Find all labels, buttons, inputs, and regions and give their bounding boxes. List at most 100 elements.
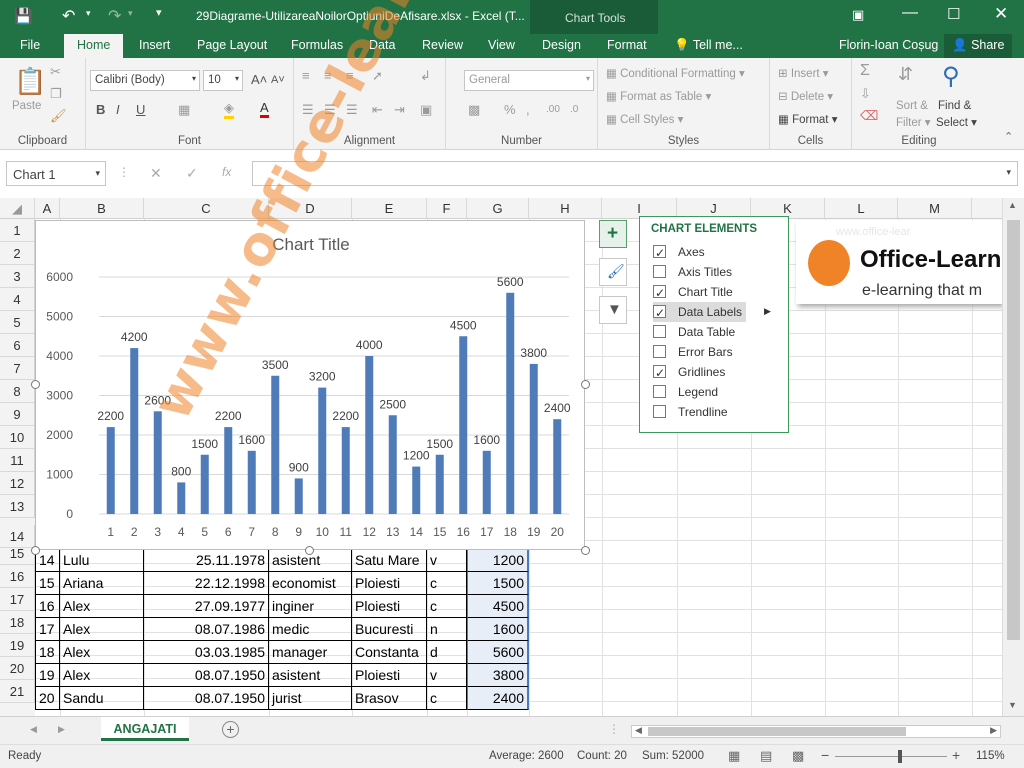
cell-b[interactable]: Alex — [60, 618, 144, 641]
cut-icon[interactable]: ✂ — [50, 64, 61, 80]
delete-cells-button[interactable]: ⊟ Delete ▾ — [778, 89, 833, 103]
col-header-b[interactable]: B — [60, 198, 144, 219]
font-name-select[interactable]: Calibri (Body) ▾ — [90, 70, 200, 91]
undo-dropdown-icon[interactable]: ▾ — [86, 8, 91, 19]
page-layout-view-icon[interactable]: ▤ — [760, 748, 772, 764]
paste-icon[interactable]: 📋 — [14, 66, 46, 97]
select-all-corner[interactable]: ◢ — [0, 198, 35, 219]
cell-g[interactable]: 4500 — [467, 595, 529, 618]
chart-element-chart-title[interactable]: Chart Title — [653, 282, 778, 303]
tab-review[interactable]: Review — [422, 38, 463, 52]
row-header[interactable]: 16 — [0, 565, 35, 588]
bold-icon[interactable]: B — [96, 102, 105, 117]
cell-g[interactable]: 5600 — [467, 641, 529, 664]
cell-a[interactable]: 20 — [35, 687, 60, 710]
col-header-h[interactable]: H — [529, 198, 602, 219]
cell-e[interactable]: Brasov — [352, 687, 427, 710]
scroll-right-icon[interactable]: ▶ — [990, 725, 997, 736]
font-color-icon[interactable]: A — [260, 100, 269, 118]
insert-function-icon[interactable]: fx — [222, 165, 231, 179]
format-cells-button[interactable]: ▦ Format ▾ — [778, 112, 837, 126]
cell-e[interactable]: Constanta — [352, 641, 427, 664]
checkbox[interactable] — [653, 303, 666, 323]
row-header[interactable]: 13 — [0, 495, 35, 518]
sheet-tab-angajati[interactable]: ANGAJATI — [101, 717, 189, 741]
cell-g[interactable]: 1600 — [467, 618, 529, 641]
wrap-text-icon[interactable]: ↲ — [420, 68, 431, 84]
vertical-scroll-thumb[interactable] — [1007, 220, 1020, 640]
chart-element-trendline[interactable]: Trendline — [653, 402, 778, 422]
align-top-icon[interactable]: ≡ — [302, 68, 310, 83]
horizontal-scrollbar[interactable]: ◀ ▶ — [631, 725, 1001, 738]
cell-a[interactable]: 19 — [35, 664, 60, 687]
cell-c[interactable]: 25.11.1978 — [144, 549, 269, 572]
row-header[interactable]: 4 — [0, 288, 35, 311]
col-header-d[interactable]: D — [269, 198, 352, 219]
resize-handle-right[interactable] — [581, 380, 590, 389]
cell-f[interactable]: v — [427, 664, 467, 687]
orientation-icon[interactable]: ➚ — [372, 68, 383, 84]
decrease-indent-icon[interactable]: ⇤ — [372, 102, 383, 118]
checkbox[interactable] — [653, 243, 666, 263]
row-header[interactable]: 11 — [0, 449, 35, 472]
row-header[interactable]: 3 — [0, 265, 35, 288]
chart-element-gridlines[interactable]: Gridlines — [653, 362, 778, 383]
zoom-slider[interactable] — [835, 756, 947, 757]
resize-handle-bottom[interactable] — [305, 546, 314, 555]
cell-g[interactable]: 2400 — [467, 687, 529, 710]
cell-c[interactable]: 08.07.1986 — [144, 618, 269, 641]
cell-styles-button[interactable]: ▦ Cell Styles ▾ — [606, 112, 683, 126]
chart-element-legend[interactable]: Legend — [653, 382, 778, 402]
cell-c[interactable]: 27.09.1977 — [144, 595, 269, 618]
align-right-icon[interactable]: ☰ — [346, 102, 358, 118]
chart-element-axis-titles[interactable]: Axis Titles — [653, 262, 778, 282]
copy-icon[interactable]: ❐ — [50, 86, 62, 102]
col-header-c[interactable]: C — [144, 198, 269, 219]
scroll-down-icon[interactable]: ▼ — [1008, 700, 1017, 710]
cell-e[interactable]: Ploiesti — [352, 595, 427, 618]
minimize-icon[interactable]: — — [902, 4, 918, 22]
checkbox[interactable] — [653, 385, 666, 398]
cell-g[interactable]: 1500 — [467, 572, 529, 595]
row-header[interactable]: 5 — [0, 311, 35, 334]
cell-b[interactable]: Alex — [60, 664, 144, 687]
formula-input[interactable]: ▾ — [252, 161, 1018, 186]
accounting-format-icon[interactable]: ▩ — [468, 102, 480, 118]
user-name[interactable]: Florin-Ioan Coșug — [839, 38, 938, 52]
cell-g[interactable]: 1200 — [467, 549, 529, 572]
page-break-view-icon[interactable]: ▩ — [792, 748, 804, 764]
cell-d[interactable]: inginer — [269, 595, 352, 618]
find-label[interactable]: Find & — [938, 100, 971, 112]
cell-c[interactable]: 08.07.1950 — [144, 687, 269, 710]
close-icon[interactable]: ✕ — [994, 4, 1008, 24]
cell-d[interactable]: medic — [269, 618, 352, 641]
row-header[interactable]: 17 — [0, 588, 35, 611]
scroll-left-icon[interactable]: ◀ — [635, 725, 642, 736]
row-header[interactable]: 9 — [0, 403, 35, 426]
cell-c[interactable]: 08.07.1950 — [144, 664, 269, 687]
tab-design[interactable]: Design — [542, 38, 581, 52]
clear-icon[interactable]: ⌫ — [860, 108, 878, 124]
checkbox[interactable] — [653, 265, 666, 278]
cell-b[interactable]: Lulu — [60, 549, 144, 572]
cell-f[interactable]: c — [427, 687, 467, 710]
align-bottom-icon[interactable]: ≡ — [346, 68, 354, 83]
redo-icon[interactable]: ↷ — [108, 6, 121, 26]
chart-styles-button[interactable]: 🖌 — [599, 258, 627, 286]
cell-f[interactable]: c — [427, 572, 467, 595]
confirm-entry-icon[interactable]: ✓ — [186, 165, 198, 182]
insert-cells-button[interactable]: ⊞ Insert ▾ — [778, 66, 829, 80]
chart-element-error-bars[interactable]: Error Bars — [653, 342, 778, 362]
row-header[interactable]: 1 — [0, 219, 35, 242]
sheet-prev-icon[interactable]: ◀ — [30, 724, 37, 735]
row-header[interactable]: 21 — [0, 680, 35, 703]
new-sheet-icon[interactable]: + — [222, 721, 239, 738]
cell-a[interactable]: 16 — [35, 595, 60, 618]
row-header[interactable]: 20 — [0, 657, 35, 680]
underline-icon[interactable]: U — [136, 102, 145, 117]
percent-style-icon[interactable]: % — [504, 102, 516, 117]
row-header[interactable]: 18 — [0, 611, 35, 634]
cell-d[interactable]: manager — [269, 641, 352, 664]
resize-handle-left[interactable] — [31, 380, 40, 389]
increase-decimal-icon[interactable]: .00 — [546, 104, 560, 115]
